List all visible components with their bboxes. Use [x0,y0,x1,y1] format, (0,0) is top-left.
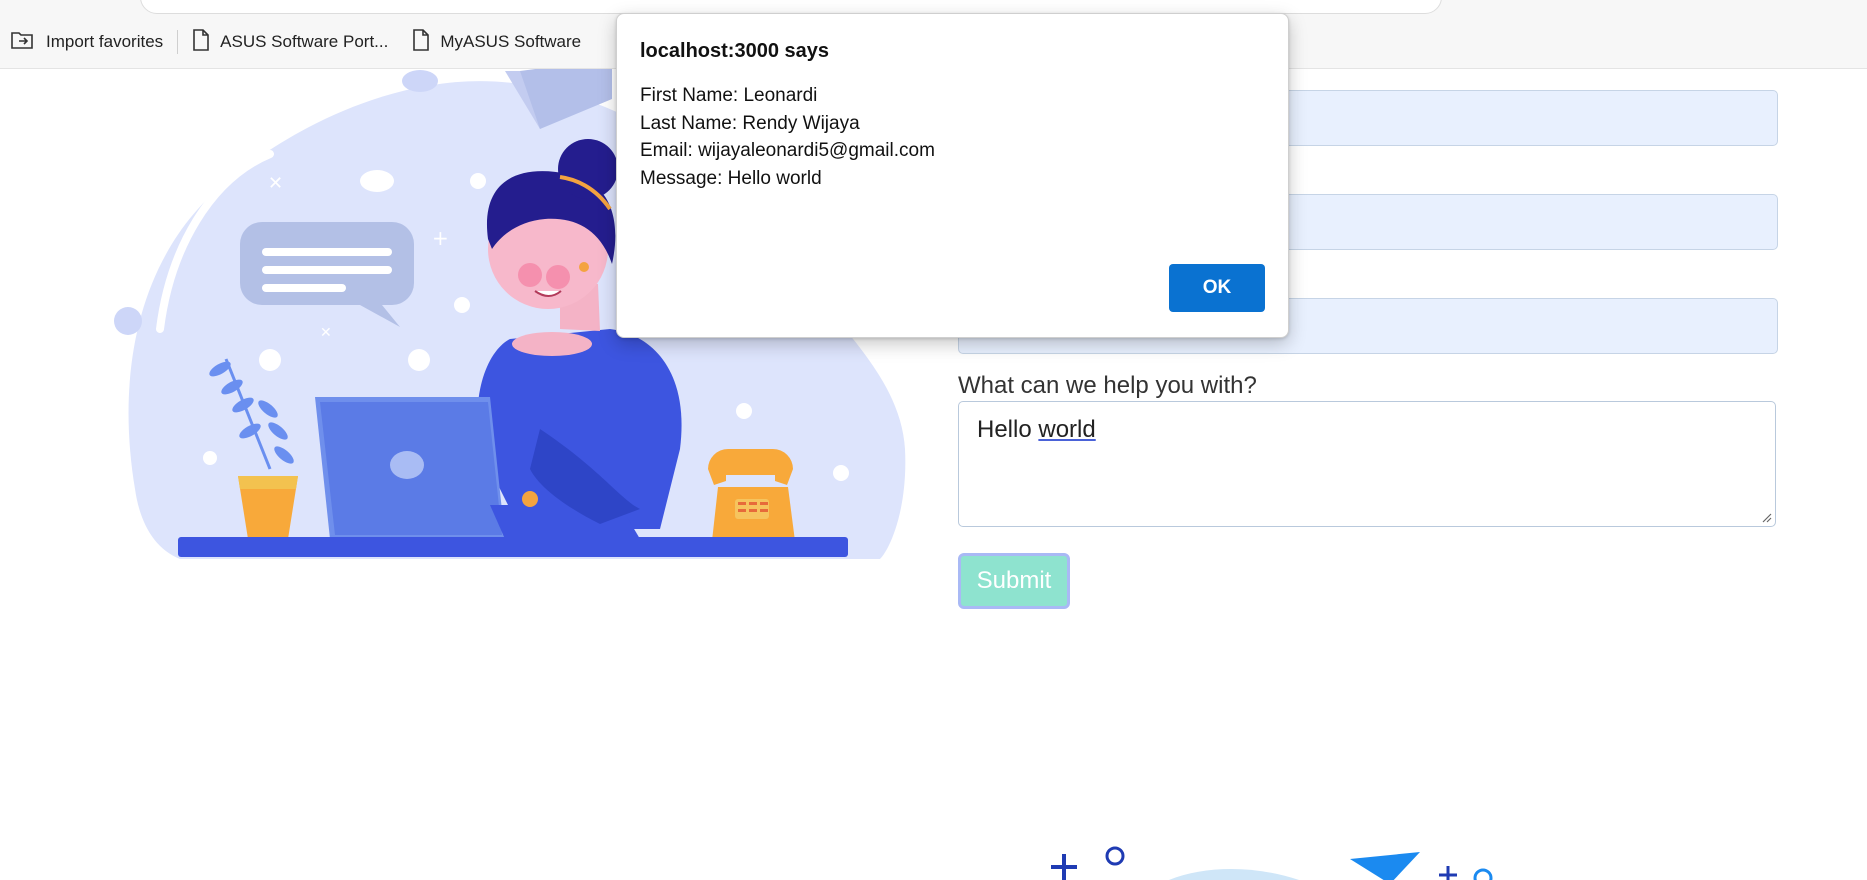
dialog-line-email: Email: wijayaleonardi5@gmail.com [640,140,935,161]
bookmark-label: Import favorites [46,32,164,51]
bookmark-import-favorites[interactable]: Import favorites [0,24,175,60]
dialog-line-message: Message: Hello world [640,167,822,189]
alert-dialog: localhost:3000 says First Name: Leonardi… [616,13,1289,338]
page-icon [192,28,210,56]
ok-button[interactable]: OK [1169,264,1265,312]
page-icon [412,28,430,56]
message-textarea[interactable]: Hello world [958,401,1776,527]
bookmark-asus-software-portal[interactable]: ASUS Software Port... [180,24,400,60]
submit-button[interactable]: Submit [958,553,1070,609]
dialog-title: localhost:3000 says [640,40,829,62]
svg-text:+: + [432,226,449,250]
bookmark-label: ASUS Software Port... [220,32,389,51]
address-bar[interactable] [140,0,1442,14]
footer-illustration [1051,846,1493,880]
bookmark-label: MyASUS Software [440,32,582,51]
bookmark-separator [177,30,179,54]
dialog-line-last-name: Last Name: Rendy Wijaya [640,112,860,134]
import-favorites-icon [10,29,36,56]
bookmark-myasus-software[interactable]: MyASUS Software [400,24,593,60]
dialog-message: First Name: Leonardi Last Name: Rendy Wi… [640,82,935,192]
help-field-label: What can we help you with? [958,372,1257,399]
message-word: Hello [977,416,1032,443]
svg-text:✕: ✕ [268,173,283,194]
dialog-line-first-name: First Name: Leonardi [640,85,818,106]
resize-handle-icon[interactable] [1760,511,1772,523]
message-value: Hello world [977,416,1096,444]
message-word-spellcheck: world [1038,416,1096,443]
svg-text:✕: ✕ [320,325,332,341]
